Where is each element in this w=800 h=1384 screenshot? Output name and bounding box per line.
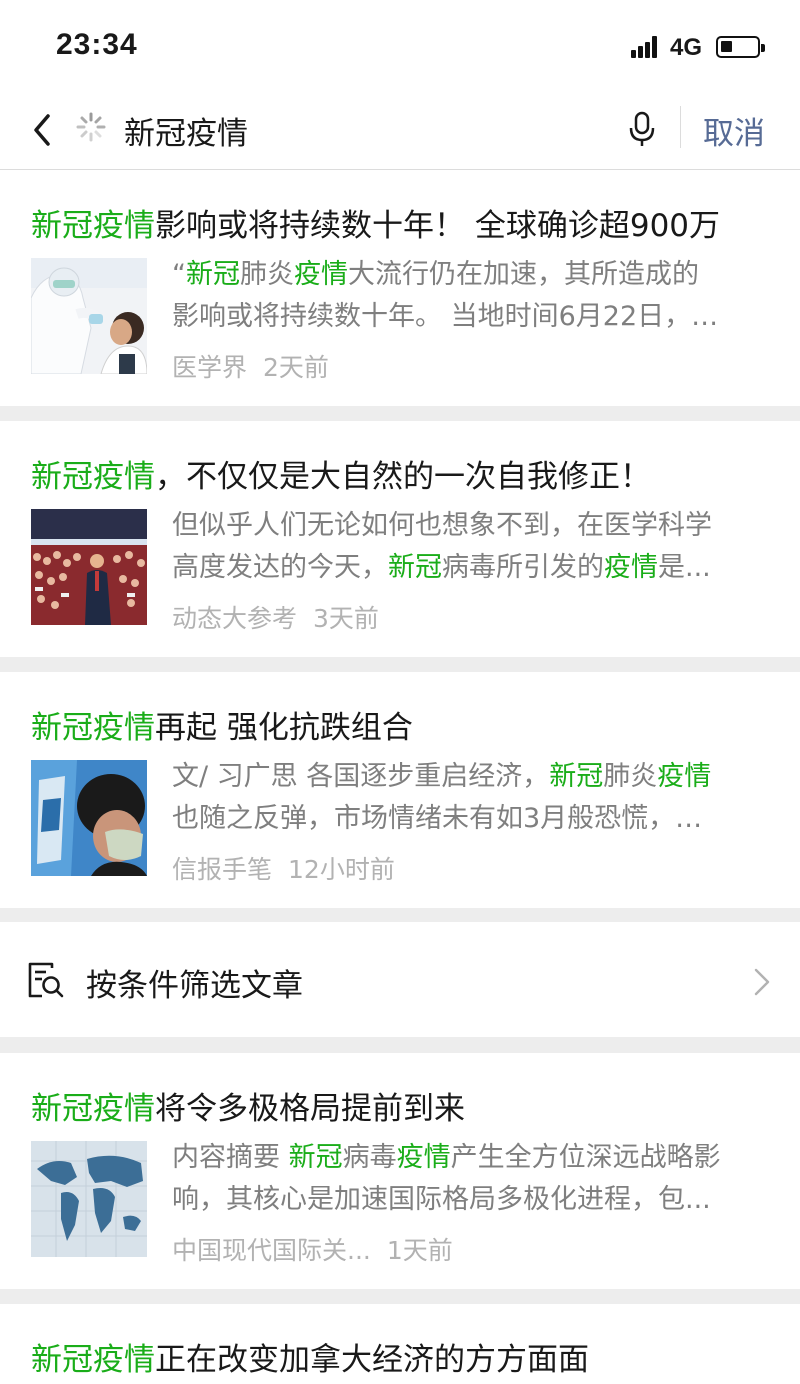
cancel-button[interactable]: 取消: [703, 108, 765, 153]
filter-search-icon: [28, 962, 64, 998]
result-thumbnail: [31, 1141, 147, 1257]
result-snippet: 但似乎人们无论如何也想象不到，在医学科学 高度发达的今天，新冠病毒所引发的疫情是…: [172, 505, 772, 589]
snippet-text: 影响或将持续数十年。 当地时间6月22日，…: [172, 301, 719, 332]
loading-spinner-icon: [76, 112, 106, 142]
title-keyword: 新冠疫情: [31, 710, 155, 746]
snippet-line: 内容摘要 新冠病毒疫情产生全方位深远战略影: [172, 1137, 772, 1179]
result-source: 信报手笔: [172, 855, 273, 884]
result-thumbnail: [31, 509, 147, 625]
result-card[interactable]: 新冠疫情影响或将持续数十年！ 全球确诊超900万 “新冠肺炎疫情大流行仍在加速，…: [0, 170, 800, 406]
snippet-line: 影响或将持续数十年。 当地时间6月22日，…: [172, 296, 772, 338]
result-meta: 医学界 2天前: [172, 348, 329, 384]
result-time: 2天前: [263, 353, 329, 382]
snippet-text: 高度发达的今天，: [172, 552, 388, 583]
result-thumbnail: [31, 760, 147, 876]
title-text: 影响或将持续数十年！ 全球确诊超900万: [155, 208, 721, 244]
snippet-line: 响，其核心是加速国际格局多极化进程，包...: [172, 1179, 772, 1221]
result-snippet: 文/ 习广思 各国逐步重启经济，新冠肺炎疫情 也随之反弹，市场情绪未有如3月般恐…: [172, 756, 772, 840]
result-time: 1天前: [386, 1236, 453, 1265]
title-text: 将令多极格局提前到来: [155, 1091, 465, 1127]
result-card[interactable]: 新冠疫情正在改变加拿大经济的方方面面: [0, 1304, 800, 1384]
title-keyword: 新冠疫情: [31, 1342, 155, 1378]
result-title: 新冠疫情再起 强化抗跌组合: [31, 702, 413, 747]
result-snippet: 内容摘要 新冠病毒疫情产生全方位深远战略影 响，其核心是加速国际格局多极化进程，…: [172, 1137, 772, 1221]
snippet-line: “新冠肺炎疫情大流行仍在加速，其所造成的: [172, 254, 772, 296]
snippet-text: 响，其核心是加速国际格局多极化进程，包...: [172, 1184, 711, 1215]
network-type: 4G: [670, 34, 703, 61]
snippet-keyword: 疫情: [657, 761, 712, 792]
snippet-text: 大流行仍在加速，其所造成的: [348, 259, 699, 290]
snippet-line: 也随之反弹，市场情绪未有如3月般恐慌，…: [172, 798, 772, 840]
result-source: 中国现代国际关...: [172, 1236, 371, 1265]
title-keyword: 新冠疫情: [31, 1091, 155, 1127]
snippet-text: 病毒所引发的: [442, 552, 604, 583]
signal-icon: [631, 36, 663, 58]
chevron-right-icon: [754, 968, 770, 996]
snippet-keyword: 新冠: [288, 1142, 343, 1173]
title-keyword: 新冠疫情: [31, 459, 155, 495]
snippet-keyword: 新冠: [388, 552, 442, 583]
snippet-keyword: 疫情: [294, 259, 348, 290]
title-keyword: 新冠疫情: [31, 208, 155, 244]
result-meta: 中国现代国际关... 1天前: [172, 1231, 453, 1267]
battery-icon: [716, 36, 765, 58]
title-text: 再起 强化抗跌组合: [155, 710, 413, 746]
filter-label: 按条件筛选文章: [86, 968, 303, 1004]
snippet-text: 肺炎: [603, 761, 658, 792]
microphone-icon[interactable]: [628, 110, 656, 148]
back-arrow-icon[interactable]: [28, 110, 58, 150]
snippet-line: 文/ 习广思 各国逐步重启经济，新冠肺炎疫情: [172, 756, 772, 798]
snippet-keyword: 疫情: [396, 1142, 451, 1173]
snippet-text: 文/ 习广思 各国逐步重启经济，: [172, 761, 550, 792]
result-card[interactable]: 新冠疫情，不仅仅是大自然的一次自我修正！ 但似乎人们无论如何也想象不到，在医学科…: [0, 421, 800, 657]
snippet-line: 高度发达的今天，新冠病毒所引发的疫情是...: [172, 547, 772, 589]
result-thumbnail: [31, 258, 147, 374]
snippet-text: 肺炎: [240, 259, 294, 290]
snippet-text: 是...: [658, 552, 711, 583]
result-snippet: “新冠肺炎疫情大流行仍在加速，其所造成的 影响或将持续数十年。 当地时间6月22…: [172, 254, 772, 338]
snippet-keyword: 新冠: [549, 761, 604, 792]
title-text: ，不仅仅是大自然的一次自我修正！: [155, 459, 651, 495]
filter-articles-row[interactable]: 按条件筛选文章: [0, 922, 800, 1037]
status-bar: 23:34 4G: [0, 0, 800, 92]
result-time: 3天前: [313, 604, 379, 633]
snippet-text: “: [172, 259, 186, 290]
snippet-text: 但似乎人们无论如何也想象不到，在医学科学: [172, 510, 712, 541]
status-time: 23:34: [56, 28, 138, 61]
result-source: 医学界: [172, 353, 248, 382]
snippet-line: 但似乎人们无论如何也想象不到，在医学科学: [172, 505, 772, 547]
result-title: 新冠疫情将令多极格局提前到来: [31, 1083, 465, 1128]
result-time: 12小时前: [288, 855, 395, 884]
snippet-text: 病毒: [342, 1142, 397, 1173]
result-source: 动态大参考: [172, 604, 298, 633]
divider: [680, 106, 681, 148]
title-text: 正在改变加拿大经济的方方面面: [155, 1342, 589, 1378]
search-input[interactable]: 新冠疫情: [124, 108, 248, 153]
result-title: 新冠疫情正在改变加拿大经济的方方面面: [31, 1334, 589, 1379]
snippet-text: 也随之反弹，市场情绪未有如3月般恐慌，…: [172, 803, 703, 834]
search-bar: 新冠疫情 取消: [0, 92, 800, 170]
result-card[interactable]: 新冠疫情再起 强化抗跌组合 文/ 习广思 各国逐步重启经济，新冠肺炎疫情 也随之…: [0, 672, 800, 908]
snippet-keyword: 疫情: [604, 552, 658, 583]
result-title: 新冠疫情影响或将持续数十年！ 全球确诊超900万: [31, 200, 720, 245]
result-card[interactable]: 新冠疫情将令多极格局提前到来 内容摘要 新冠病毒疫情产生全方位深远战略影 响，其…: [0, 1053, 800, 1289]
snippet-text: 内容摘要: [172, 1142, 289, 1173]
result-meta: 信报手笔 12小时前: [172, 850, 395, 886]
snippet-text: 产生全方位深远战略影: [450, 1142, 721, 1173]
result-meta: 动态大参考 3天前: [172, 599, 379, 635]
snippet-keyword: 新冠: [186, 259, 240, 290]
result-title: 新冠疫情，不仅仅是大自然的一次自我修正！: [31, 451, 651, 496]
